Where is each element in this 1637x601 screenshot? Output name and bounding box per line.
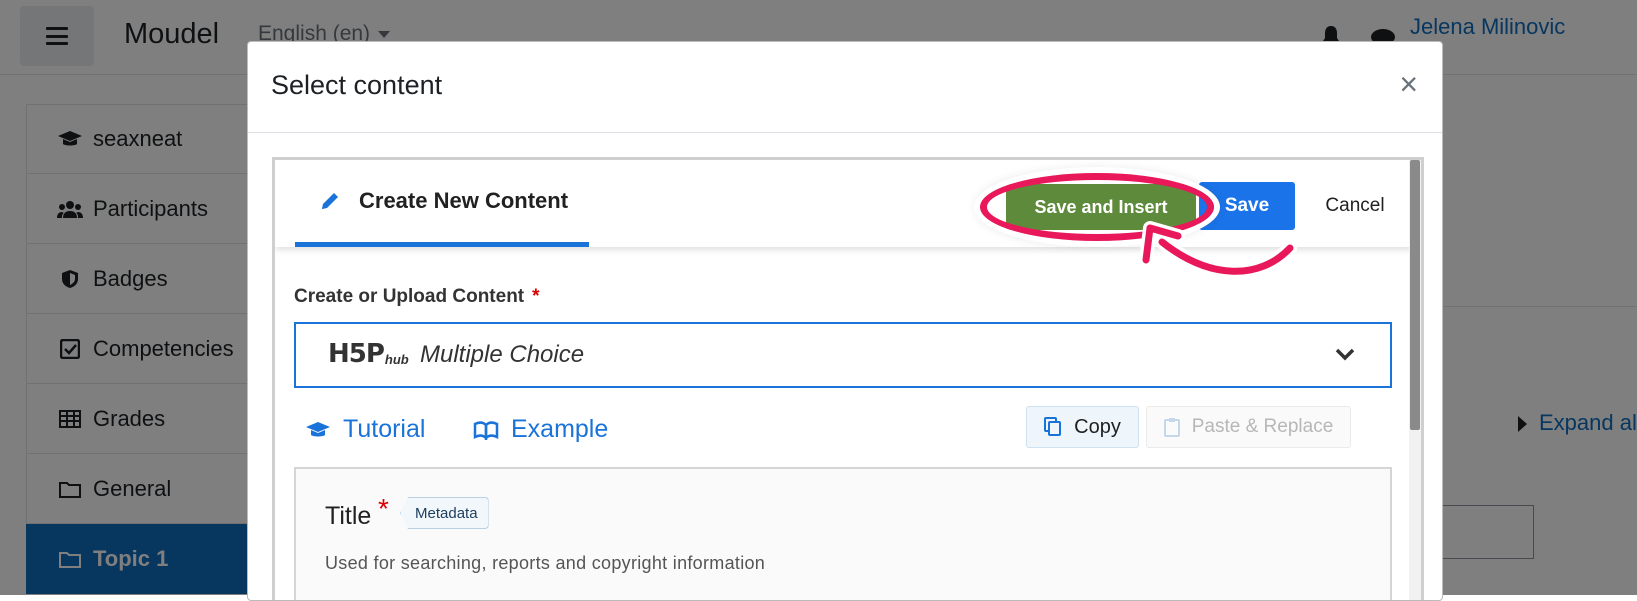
clipboard-icon <box>1163 418 1180 437</box>
copy-button[interactable]: Copy <box>1026 406 1139 448</box>
save-and-insert-button[interactable]: Save and Insert <box>1006 184 1196 230</box>
paste-label: Paste & Replace <box>1191 416 1334 437</box>
h5p-editor-header: Create New Content Save and Insert Save … <box>275 160 1412 247</box>
copy-label: Copy <box>1074 415 1121 438</box>
tutorial-label: Tutorial <box>343 415 426 443</box>
scrollbar-thumb[interactable] <box>1410 160 1420 430</box>
tutorial-link[interactable]: Tutorial <box>305 415 425 444</box>
cancel-button[interactable]: Cancel <box>1315 182 1395 230</box>
tab-create-new-content[interactable]: Create New Content <box>295 160 589 247</box>
example-label: Example <box>511 415 609 443</box>
title-description: Used for searching, reports and copyrigh… <box>325 553 766 573</box>
selected-content-type: Multiple Choice <box>420 341 585 368</box>
example-link[interactable]: Example <box>473 415 608 444</box>
h5p-logo-text: H5P <box>328 339 385 369</box>
copy-icon <box>1044 417 1062 436</box>
paste-replace-button[interactable]: Paste & Replace <box>1146 406 1351 448</box>
pencil-icon <box>322 193 338 209</box>
title-label: Title <box>325 502 372 530</box>
close-icon[interactable]: × <box>1399 68 1418 100</box>
required-mark: * <box>378 493 389 524</box>
upload-content-label: Create or Upload Content * <box>294 286 540 308</box>
book-icon <box>473 420 499 440</box>
graduation-cap-icon <box>306 421 330 436</box>
modal-header: Select content × <box>248 42 1442 133</box>
scrollbar[interactable] <box>1409 160 1421 600</box>
hub-logo-text: hub <box>384 352 409 367</box>
chevron-down-icon[interactable] <box>1334 346 1356 362</box>
select-content-modal: Select content × Create New Content Save… <box>247 41 1443 601</box>
required-mark: * <box>532 286 540 307</box>
title-field-group: Title * Metadata Used for searching, rep… <box>294 467 1392 600</box>
tab-label: Create New Content <box>359 188 569 213</box>
content-type-selector[interactable]: H5P hub Multiple Choice <box>294 322 1392 388</box>
modal-title: Select content <box>271 70 443 100</box>
h5p-editor-frame: Create New Content Save and Insert Save … <box>272 157 1424 600</box>
metadata-button[interactable]: Metadata <box>400 497 489 529</box>
save-button[interactable]: Save <box>1199 182 1295 230</box>
h5p-hub-logo: H5P hub <box>328 339 409 369</box>
upload-content-label-text: Create or Upload Content <box>294 286 525 307</box>
